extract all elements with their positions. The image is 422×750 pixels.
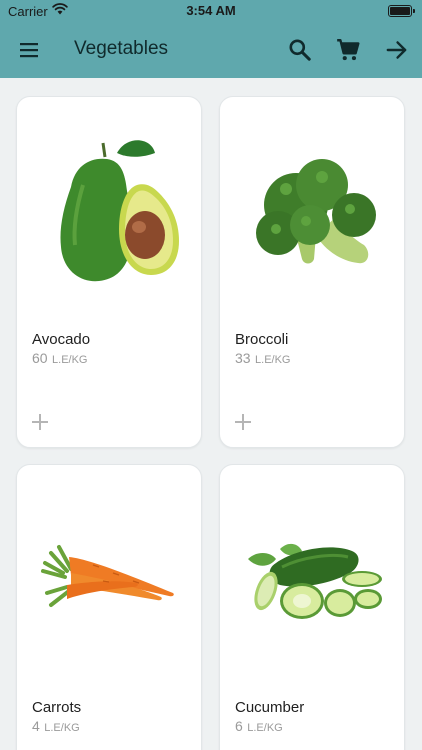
broccoli-image [256, 159, 376, 264]
menu-icon[interactable] [17, 38, 41, 62]
status-time: 3:54 AM [186, 3, 236, 18]
product-name: Broccoli [235, 331, 289, 348]
cucumber-image [248, 543, 382, 619]
product-card-avocado[interactable]: Avocado 60 L.E/KG [16, 96, 202, 448]
status-bar: Carrier 3:54 AM [0, 0, 422, 22]
battery-icon [388, 5, 415, 17]
product-name: Carrots [32, 699, 82, 716]
product-name: Avocado [32, 331, 91, 348]
product-price: 6 L.E/KG [235, 718, 283, 734]
avocado-image [60, 140, 179, 282]
product-price: 60 L.E/KG [32, 350, 88, 366]
add-to-cart-icon[interactable] [31, 413, 49, 431]
product-card-broccoli[interactable]: Broccoli 33 L.E/KG [219, 96, 405, 448]
product-price: 4 L.E/KG [32, 718, 80, 734]
app-header: Carrier 3:54 AM Vegetables [0, 0, 422, 78]
product-card-carrots[interactable]: Carrots 4 L.E/KG [16, 464, 202, 750]
product-price: 33 L.E/KG [235, 350, 291, 366]
cart-icon[interactable] [335, 37, 361, 63]
arrow-right-icon[interactable] [384, 37, 410, 63]
toolbar: Vegetables [0, 22, 422, 78]
page-title: Vegetables [74, 38, 169, 59]
product-card-cucumber[interactable]: Cucumber 6 L.E/KG [219, 464, 405, 750]
carrots-image [41, 545, 174, 607]
search-icon[interactable] [287, 37, 313, 63]
product-name: Cucumber [235, 699, 305, 716]
add-to-cart-icon[interactable] [234, 413, 252, 431]
